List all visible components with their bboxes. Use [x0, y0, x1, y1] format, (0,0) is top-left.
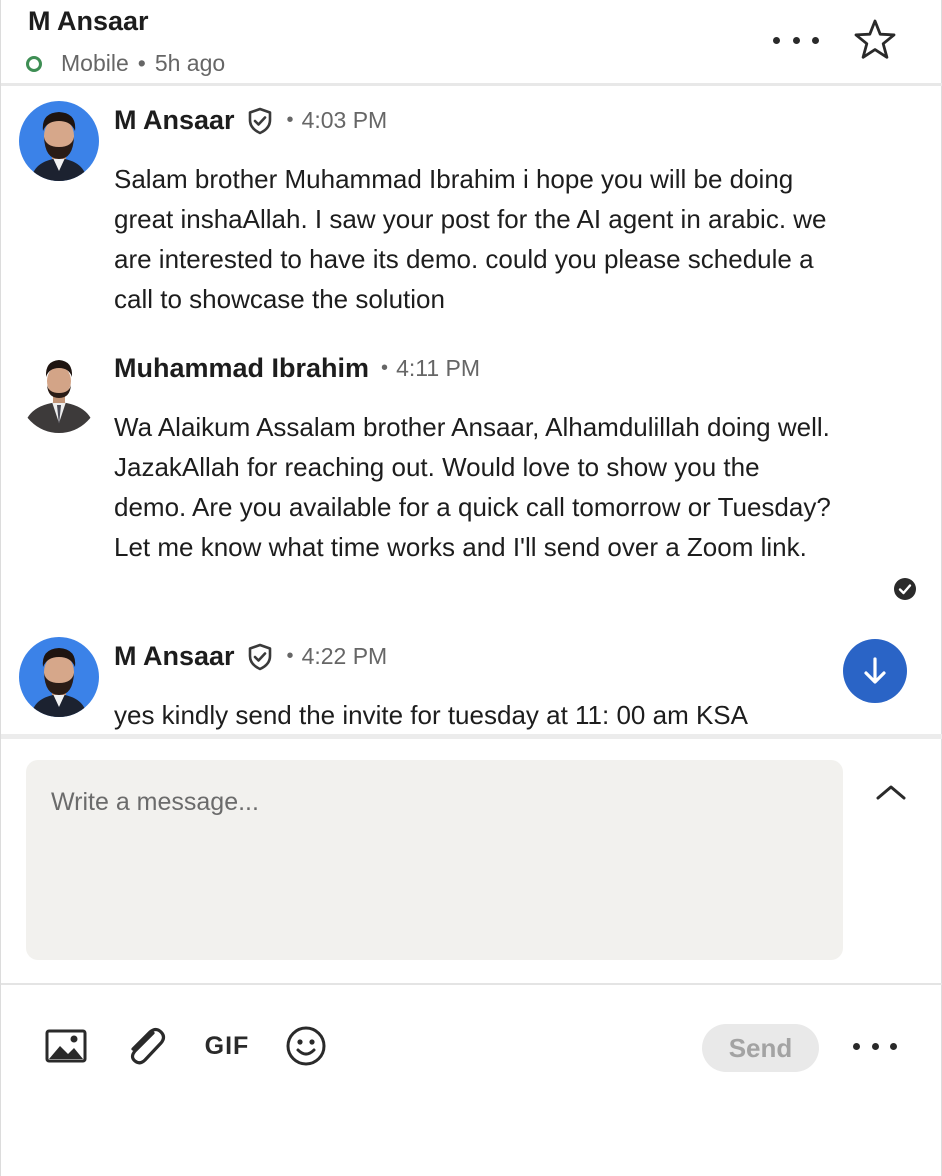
message-time: 4:11 PM — [396, 355, 481, 381]
sender-name[interactable]: M Ansaar — [114, 105, 235, 136]
message-input[interactable]: Write a message... — [26, 760, 843, 960]
message-body: yes kindly send the invite for tuesday a… — [114, 700, 748, 730]
emoji-icon[interactable] — [285, 1024, 327, 1068]
gif-button[interactable]: GIF — [203, 1024, 251, 1068]
online-status-icon — [26, 55, 42, 72]
meta-separator: • — [286, 645, 294, 667]
message-time: 4:22 PM — [301, 643, 388, 669]
message-list[interactable]: M Ansaar • 4:03 PM Salam brother Muhamma… — [1, 89, 942, 734]
status-separator: • — [137, 50, 146, 76]
image-icon[interactable] — [45, 1024, 87, 1068]
message-meta: Muhammad Ibrahim • 4:11 PM — [114, 353, 480, 384]
footer-divider — [1, 983, 942, 985]
message-body: Salam brother Muhammad Ibrahim i hope yo… — [114, 164, 827, 314]
contact-name[interactable]: M Ansaar — [28, 6, 149, 37]
composer-divider — [1, 734, 942, 739]
message-time: 4:03 PM — [301, 107, 388, 133]
sender-name[interactable]: M Ansaar — [114, 641, 235, 672]
meta-separator: • — [381, 357, 389, 379]
arrow-down-icon — [864, 657, 886, 684]
read-check-icon — [894, 578, 916, 600]
conversation-window: M Ansaar Mobile • 5h ago M Ansaar • 4:03… — [0, 0, 942, 1176]
sender-name[interactable]: Muhammad Ibrahim — [114, 353, 369, 384]
verified-badge-icon — [248, 107, 271, 134]
presence-status: Mobile • 5h ago — [26, 50, 225, 77]
message-body: Wa Alaikum Assalam brother Ansaar, Alham… — [114, 412, 831, 562]
scroll-to-bottom-button[interactable] — [843, 639, 907, 703]
avatar[interactable] — [19, 353, 99, 433]
composer-more-icon[interactable] — [853, 1026, 897, 1066]
avatar[interactable] — [19, 637, 99, 717]
status-time: 5h ago — [154, 50, 226, 76]
conversation-header: M Ansaar Mobile • 5h ago — [1, 0, 942, 86]
send-button[interactable]: Send — [702, 1024, 819, 1072]
meta-separator: • — [286, 109, 294, 131]
attachment-icon[interactable] — [123, 1024, 169, 1068]
verified-badge-icon — [248, 643, 271, 670]
message-meta: M Ansaar • 4:22 PM — [114, 641, 387, 672]
star-icon[interactable] — [851, 16, 899, 64]
message-meta: M Ansaar • 4:03 PM — [114, 105, 387, 136]
chevron-up-icon[interactable] — [873, 778, 909, 806]
status-device: Mobile — [61, 50, 129, 76]
avatar[interactable] — [19, 101, 99, 181]
more-options-icon[interactable] — [773, 20, 819, 60]
